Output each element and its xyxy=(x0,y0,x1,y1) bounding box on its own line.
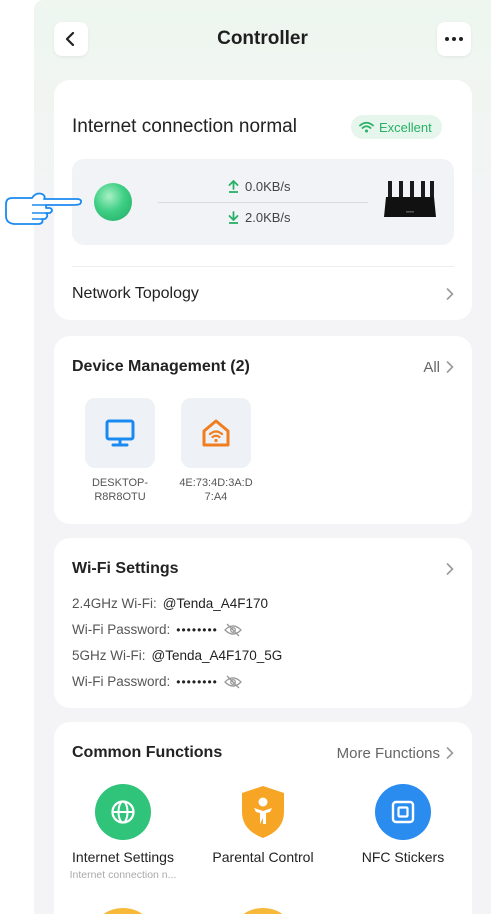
function-label: Parental Control xyxy=(212,849,314,865)
wifi-settings-title: Wi-Fi Settings xyxy=(72,560,179,577)
device-management-card: Device Management (2) All DESKTOP- R8R8O… xyxy=(54,336,472,524)
signal-badge: Excellent xyxy=(351,115,442,139)
chevron-right-icon xyxy=(446,361,454,373)
function-internet-settings[interactable]: Internet Settings Internet connection n.… xyxy=(58,784,188,881)
download-speed-value: 2.0KB/s xyxy=(245,210,291,225)
function-parental-control[interactable]: Parental Control xyxy=(198,784,328,865)
status-card: Internet connection normal Excellent 0.0… xyxy=(54,80,472,320)
upload-speed: 0.0KB/s xyxy=(228,179,291,194)
smart-home-icon xyxy=(202,419,230,447)
wifi-5ghz-line: 5GHz Wi-Fi: @Tenda_A4F170_5G xyxy=(72,648,283,663)
ellipsis-icon xyxy=(445,37,463,41)
child-shield-icon xyxy=(242,786,284,838)
device-name: DESKTOP- R8R8OTU xyxy=(91,477,149,503)
function-icon-tile xyxy=(95,784,151,840)
speed-panel[interactable]: 0.0KB/s 2.0KB/s xyxy=(72,159,454,245)
router-icon xyxy=(384,181,436,217)
common-functions-title: Common Functions xyxy=(72,744,223,761)
device-item[interactable]: 4E:73:4D:3A:D 7:A4 xyxy=(168,398,264,504)
network-topology-row[interactable]: Network Topology xyxy=(72,266,454,320)
function-icon-tile xyxy=(375,784,431,840)
all-devices-link[interactable]: All xyxy=(423,359,454,376)
pointing-hand-icon xyxy=(5,192,83,225)
wifi-24ghz-password-line: Wi-Fi Password: •••••••• xyxy=(72,622,242,637)
signal-badge-label: Excellent xyxy=(379,119,432,135)
wifi-settings-header: Wi-Fi Settings xyxy=(72,560,454,578)
common-functions-header: Common Functions More Functions xyxy=(72,744,454,762)
function-icon-partial xyxy=(96,908,150,914)
monitor-icon xyxy=(105,419,135,447)
chevron-right-icon xyxy=(446,287,454,300)
device-management-header: Device Management (2) All xyxy=(72,358,454,376)
eye-hidden-icon[interactable] xyxy=(223,623,242,637)
device-name: 4E:73:4D:3A:D 7:A4 xyxy=(179,477,253,503)
upload-speed-value: 0.0KB/s xyxy=(245,179,291,194)
connection-line xyxy=(158,202,368,203)
page-title: Controller xyxy=(217,28,308,49)
upload-arrow-icon xyxy=(228,180,239,193)
globe-icon xyxy=(111,800,135,824)
wifi-settings-card[interactable]: Wi-Fi Settings 2.4GHz Wi-Fi: @Tenda_A4F1… xyxy=(54,538,472,708)
function-label: Internet Settings xyxy=(72,849,174,865)
more-functions-label: More Functions xyxy=(336,744,440,762)
app-screen: Controller Internet connection normal Ex… xyxy=(34,0,491,914)
device-management-title: Device Management (2) xyxy=(72,358,250,375)
wifi-5ghz-password: •••••••• xyxy=(176,674,218,689)
wifi-5ghz-password-line: Wi-Fi Password: •••••••• xyxy=(72,674,242,689)
wifi-icon xyxy=(359,121,374,133)
nfc-icon xyxy=(391,800,415,824)
top-nav: Controller xyxy=(34,0,491,80)
download-speed: 2.0KB/s xyxy=(228,210,291,225)
wifi-24ghz-line: 2.4GHz Wi-Fi: @Tenda_A4F170 xyxy=(72,596,269,611)
wifi-24ghz-ssid: @Tenda_A4F170 xyxy=(162,596,269,611)
function-subtitle: Internet connection n... xyxy=(69,869,177,881)
more-functions-link[interactable]: More Functions xyxy=(337,745,454,762)
function-icon-partial xyxy=(236,908,290,914)
more-button[interactable] xyxy=(437,22,471,56)
chevron-right-icon xyxy=(446,563,454,575)
function-icon-tile xyxy=(235,784,291,840)
eye-hidden-icon[interactable] xyxy=(223,675,242,689)
network-topology-label: Network Topology xyxy=(72,284,199,302)
wifi-24ghz-password: •••••••• xyxy=(176,622,218,637)
download-arrow-icon xyxy=(228,211,239,224)
wifi-5ghz-ssid: @Tenda_A4F170_5G xyxy=(151,648,283,663)
all-devices-label: All xyxy=(423,358,440,376)
device-icon-tile xyxy=(181,398,251,468)
device-item[interactable]: DESKTOP- R8R8OTU xyxy=(72,398,168,504)
internet-globe-icon xyxy=(94,183,132,221)
device-icon-tile xyxy=(85,398,155,468)
common-functions-card: Common Functions More Functions Internet… xyxy=(54,722,472,914)
chevron-right-icon xyxy=(446,747,454,759)
connection-status: Internet connection normal xyxy=(72,116,297,137)
function-label: NFC Stickers xyxy=(361,849,445,865)
function-nfc-stickers[interactable]: NFC Stickers xyxy=(338,784,468,865)
